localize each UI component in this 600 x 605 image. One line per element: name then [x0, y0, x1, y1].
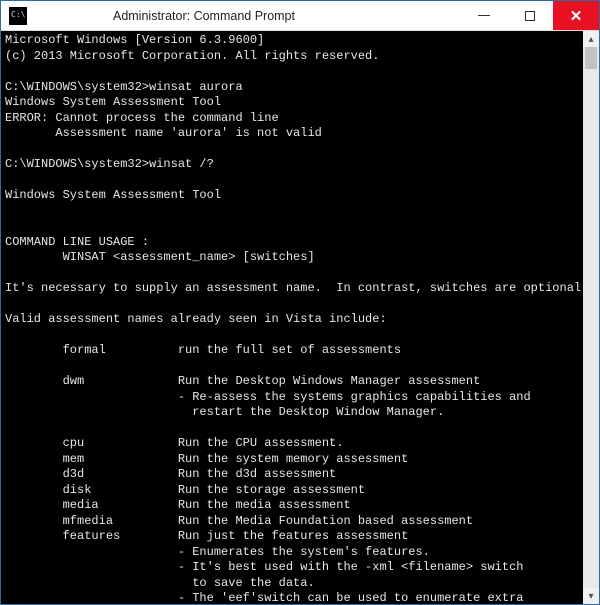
minimize-button[interactable]	[461, 1, 507, 30]
console-area: Microsoft Windows [Version 6.3.9600] (c)…	[1, 31, 599, 604]
app-window: Administrator: Command Prompt ✕ Microsof…	[0, 0, 600, 605]
scrollbar[interactable]: ▴ ▾	[583, 31, 599, 604]
window-buttons: ✕	[461, 1, 599, 30]
scroll-thumb[interactable]	[585, 47, 597, 69]
maximize-button[interactable]	[507, 1, 553, 30]
close-button[interactable]: ✕	[553, 1, 599, 30]
cmd-icon	[9, 7, 27, 25]
titlebar[interactable]: Administrator: Command Prompt ✕	[1, 1, 599, 31]
scroll-track[interactable]	[583, 47, 599, 588]
terminal-output[interactable]: Microsoft Windows [Version 6.3.9600] (c)…	[1, 31, 599, 604]
scroll-down-button[interactable]: ▾	[583, 588, 599, 604]
window-title: Administrator: Command Prompt	[0, 9, 461, 23]
scroll-up-button[interactable]: ▴	[583, 31, 599, 47]
